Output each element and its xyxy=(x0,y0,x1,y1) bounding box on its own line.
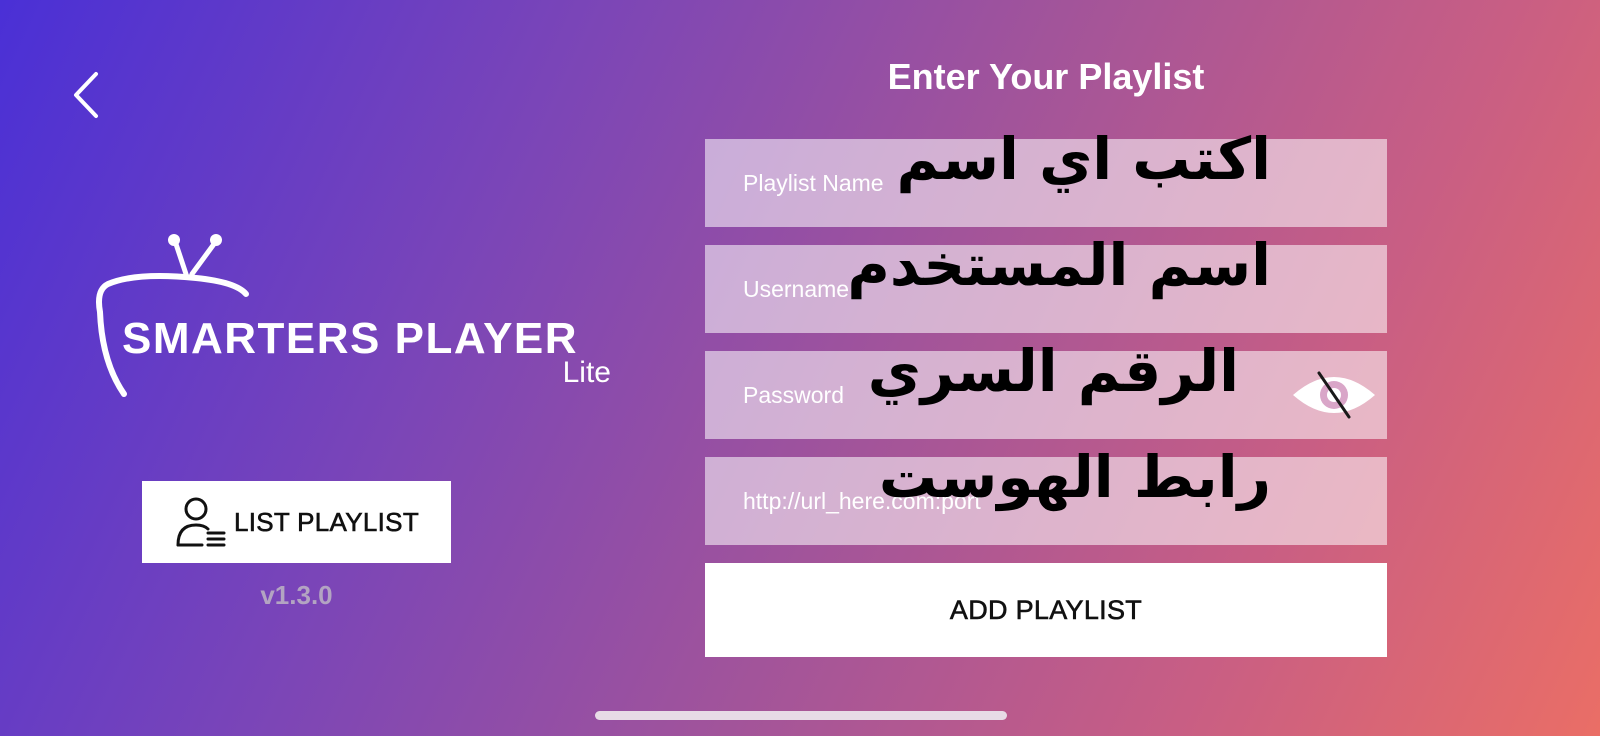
password-field-container: الرقم السري xyxy=(705,337,1387,439)
eye-slash-icon xyxy=(1293,371,1375,419)
version-label: v1.3.0 xyxy=(260,580,333,610)
user-list-icon xyxy=(176,497,226,547)
playlist-name-field[interactable] xyxy=(705,139,1387,227)
list-playlist-label: LIST PLAYLIST xyxy=(233,506,420,537)
server-url-field-container: رابط الهوست xyxy=(705,443,1387,545)
app-logo: SMARTERS PLAYER Lite xyxy=(96,232,616,412)
logo-subtitle: Lite xyxy=(562,356,611,389)
page-title: Enter Your Playlist xyxy=(887,56,1205,97)
chevron-left-icon xyxy=(74,72,98,118)
password-field[interactable] xyxy=(705,351,1387,439)
username-field-container: اسم المستخدم xyxy=(705,231,1387,333)
back-button[interactable] xyxy=(66,68,110,122)
logo-title: SMARTERS PLAYER xyxy=(122,314,579,363)
add-playlist-button[interactable]: ADD PLAYLIST xyxy=(705,563,1387,657)
username-field[interactable] xyxy=(705,245,1387,333)
playlist-name-field-container: اكتب اي اسم xyxy=(705,125,1387,227)
list-playlist-button[interactable]: LIST PLAYLIST xyxy=(142,481,451,563)
home-indicator[interactable] xyxy=(595,711,1007,720)
server-url-field[interactable] xyxy=(705,457,1387,545)
password-visibility-toggle[interactable] xyxy=(1291,369,1377,421)
